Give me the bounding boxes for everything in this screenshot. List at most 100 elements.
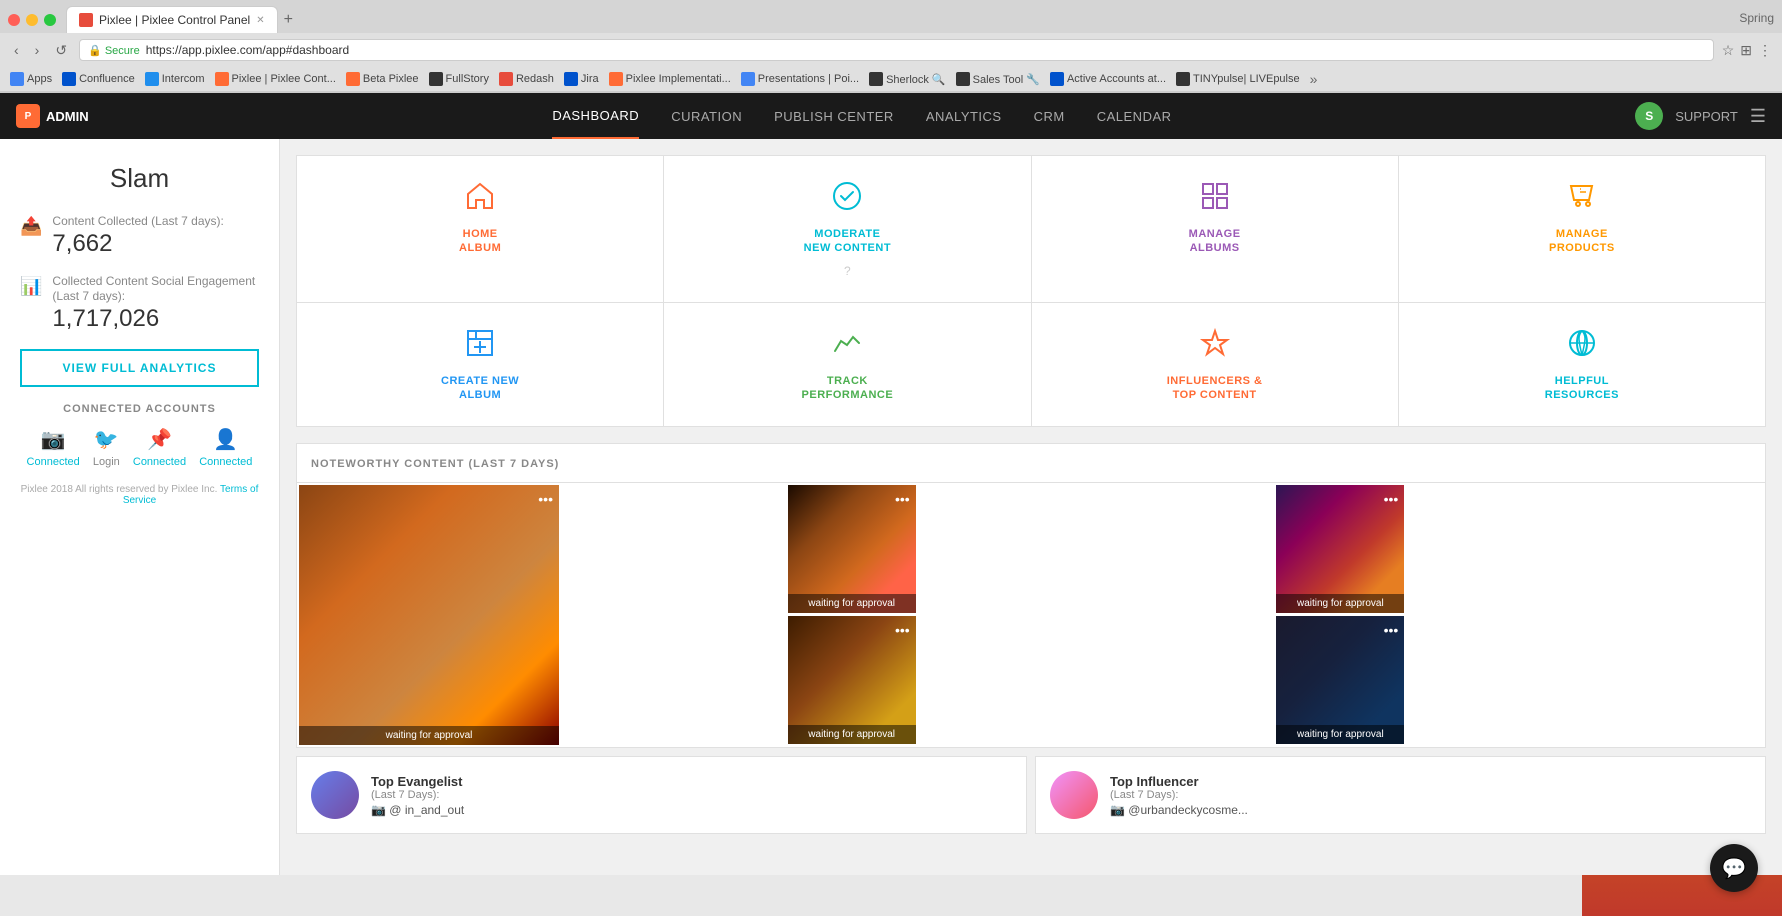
- help-icon[interactable]: ?: [844, 264, 851, 278]
- nav-links: DASHBOARD CURATION PUBLISH CENTER ANALYT…: [89, 94, 1636, 139]
- bookmarks-more-button[interactable]: »: [1310, 71, 1318, 87]
- influencer-title: Top Influencer: [1110, 774, 1248, 789]
- content-item-brow[interactable]: ••• waiting for approval: [1276, 616, 1404, 744]
- bookmark-fullstory[interactable]: FullStory: [429, 72, 489, 86]
- content-item-face[interactable]: ••• waiting for approval: [788, 616, 916, 744]
- bookmark-sales[interactable]: Sales Tool 🔧: [956, 72, 1040, 86]
- content-dots-brow[interactable]: •••: [1384, 622, 1399, 638]
- manage-products-icon: [1566, 180, 1598, 219]
- browser-chrome: Pixlee | Pixlee Control Panel ✕ + Spring…: [0, 0, 1782, 93]
- content-dots-eye[interactable]: •••: [895, 491, 910, 507]
- nav-right: S SUPPORT ☰: [1635, 102, 1766, 130]
- action-track[interactable]: TRACKPERFORMANCE: [664, 303, 1030, 427]
- maximize-light[interactable]: [44, 14, 56, 26]
- facebook-status: Connected: [199, 456, 252, 468]
- view-analytics-button[interactable]: VIEW FULL ANALYTICS: [20, 349, 259, 387]
- evangelist-info: Top Evangelist (Last 7 Days): 📷 @ in_and…: [371, 774, 464, 817]
- minimize-light[interactable]: [26, 14, 38, 26]
- tab-close-button[interactable]: ✕: [256, 15, 264, 26]
- bookmark-apps[interactable]: Apps: [10, 72, 52, 86]
- hamburger-menu[interactable]: ☰: [1750, 106, 1766, 127]
- tab-favicon: [79, 13, 93, 27]
- active-accounts-bm-icon: [1050, 72, 1064, 86]
- bookmark-presentations[interactable]: Presentations | Poi...: [741, 72, 859, 86]
- home-album-icon: [464, 180, 496, 219]
- user-avatar[interactable]: S: [1635, 102, 1663, 130]
- nav-publish-center[interactable]: PUBLISH CENTER: [774, 95, 894, 138]
- create-album-label: CREATE NEWALBUM: [441, 374, 519, 403]
- nav-curation[interactable]: CURATION: [671, 95, 742, 138]
- address-box[interactable]: 🔒 Secure https://app.pixlee.com/app#dash…: [79, 39, 1714, 61]
- influencer-handle: 📷 @urbandeckycosme...: [1110, 803, 1248, 817]
- jira-bm-icon: [564, 72, 578, 86]
- bookmark-presentations-label: Presentations | Poi...: [758, 73, 859, 85]
- content-dots-palette[interactable]: •••: [538, 491, 553, 507]
- traffic-lights: [8, 14, 66, 26]
- influencer-platform-icon: 📷: [1110, 803, 1125, 817]
- nav-crm[interactable]: CRM: [1034, 95, 1065, 138]
- tab-bar: Pixlee | Pixlee Control Panel ✕ + Spring: [0, 0, 1782, 33]
- bookmark-sherlock-label: Sherlock 🔍: [886, 73, 946, 86]
- content-dots-naked[interactable]: •••: [1384, 491, 1399, 507]
- chat-bubble[interactable]: 💬: [1710, 844, 1758, 892]
- chat-icon: 💬: [1722, 856, 1747, 881]
- close-light[interactable]: [8, 14, 20, 26]
- social-pinterest: 📌 Connected: [133, 427, 186, 468]
- forward-button[interactable]: ›: [31, 40, 44, 60]
- action-moderate[interactable]: MODERATENEW CONTENT ?: [664, 156, 1030, 302]
- action-influencers[interactable]: INFLUENCERS &TOP CONTENT: [1032, 303, 1398, 427]
- influencer-avatar: [1050, 771, 1098, 819]
- extensions-icon[interactable]: ⊞: [1740, 42, 1752, 59]
- pinterest-icon: 📌: [147, 427, 172, 452]
- action-resources[interactable]: HELPFULRESOURCES: [1399, 303, 1765, 427]
- bookmark-intercom[interactable]: Intercom: [145, 72, 205, 86]
- logo-icon: P: [16, 104, 40, 128]
- new-tab-button[interactable]: +: [278, 11, 299, 29]
- social-instagram: 📷 Connected: [27, 427, 80, 468]
- content-item-naked[interactable]: ••• waiting for approval: [1276, 485, 1404, 613]
- bookmark-pixlee-impl[interactable]: Pixlee Implementati...: [609, 72, 731, 86]
- active-tab[interactable]: Pixlee | Pixlee Control Panel ✕: [66, 6, 278, 33]
- more-icon[interactable]: ⋮: [1758, 42, 1772, 59]
- bookmark-icon[interactable]: ☆: [1722, 42, 1735, 59]
- support-button[interactable]: SUPPORT: [1675, 109, 1738, 124]
- stat-social-engagement: 📊 Collected Content Social Engagement (L…: [20, 274, 259, 333]
- confluence-bm-icon: [62, 72, 76, 86]
- reload-button[interactable]: ↺: [51, 40, 71, 61]
- bookmark-pixlee-label: Pixlee | Pixlee Cont...: [232, 73, 336, 85]
- evangelist-title: Top Evangelist: [371, 774, 464, 789]
- bookmark-pixlee[interactable]: Pixlee | Pixlee Cont...: [215, 72, 336, 86]
- nav-calendar[interactable]: CALENDAR: [1097, 95, 1172, 138]
- bookmark-jira[interactable]: Jira: [564, 72, 599, 86]
- bookmark-sherlock[interactable]: Sherlock 🔍: [869, 72, 946, 86]
- back-button[interactable]: ‹: [10, 40, 23, 60]
- action-manage-products[interactable]: MANAGEPRODUCTS: [1399, 156, 1765, 302]
- stat-engagement-value: 1,717,026: [52, 305, 259, 333]
- content-item-eye[interactable]: ••• waiting for approval: [788, 485, 916, 613]
- action-create-album[interactable]: CREATE NEWALBUM: [297, 303, 663, 427]
- action-manage-albums[interactable]: MANAGEALBUMS: [1032, 156, 1398, 302]
- bookmark-beta[interactable]: Beta Pixlee: [346, 72, 419, 86]
- content-item-palette[interactable]: ••• waiting for approval: [299, 485, 559, 745]
- bookmark-beta-label: Beta Pixlee: [363, 73, 419, 85]
- action-home-album[interactable]: HOMEALBUM: [297, 156, 663, 302]
- footer-text: Pixlee 2018 All rights reserved by Pixle…: [20, 484, 259, 506]
- top-evangelist-card: Top Evangelist (Last 7 Days): 📷 @ in_and…: [296, 756, 1027, 834]
- bookmark-active-accounts[interactable]: Active Accounts at...: [1050, 72, 1166, 86]
- bookmark-confluence[interactable]: Confluence: [62, 72, 135, 86]
- bookmark-redash[interactable]: Redash: [499, 72, 554, 86]
- influencers-icon: [1199, 327, 1231, 366]
- home-album-label: HOMEALBUM: [459, 227, 501, 256]
- twitter-status: Login: [93, 456, 120, 468]
- bookmark-tinypulse[interactable]: TINYpulse| LIVEpulse: [1176, 72, 1300, 86]
- nav-dashboard[interactable]: DASHBOARD: [552, 94, 639, 139]
- bookmark-confluence-label: Confluence: [79, 73, 135, 85]
- stat-collected-value: 7,662: [52, 230, 223, 258]
- noteworthy-header: NOTEWORTHY CONTENT (LAST 7 DAYS): [297, 444, 1765, 483]
- address-bar: ‹ › ↺ 🔒 Secure https://app.pixlee.com/ap…: [0, 33, 1782, 67]
- sales-bm-icon: [956, 72, 970, 86]
- nav-analytics[interactable]: ANALYTICS: [926, 95, 1002, 138]
- manage-albums-label: MANAGEALBUMS: [1189, 227, 1241, 256]
- content-dots-face[interactable]: •••: [895, 622, 910, 638]
- presentations-bm-icon: [741, 72, 755, 86]
